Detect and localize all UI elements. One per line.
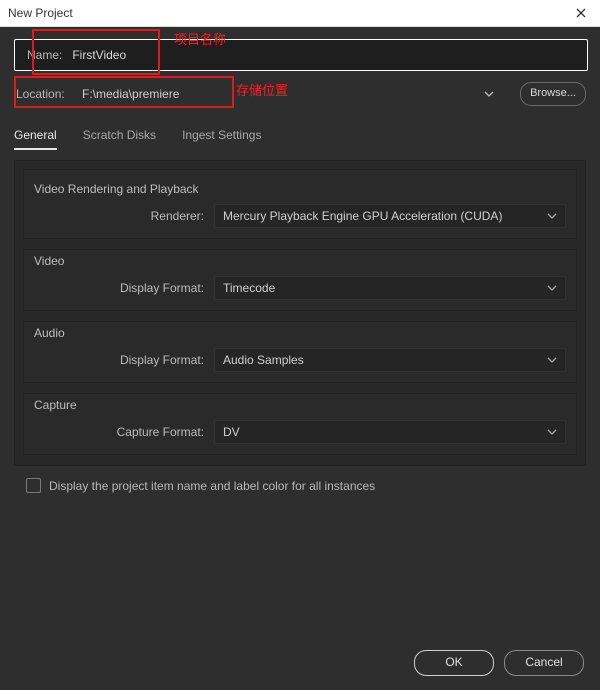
location-dropdown[interactable] [484,91,514,97]
location-label: Location: [14,87,76,101]
renderer-value: Mercury Playback Engine GPU Acceleration… [223,209,502,223]
cancel-button[interactable]: Cancel [504,650,584,676]
display-instances-row: Display the project item name and label … [14,466,586,493]
section-audio-title: Audio [34,326,586,340]
close-button[interactable] [562,0,600,26]
display-instances-label: Display the project item name and label … [49,479,375,493]
section-capture-title: Capture [34,398,586,412]
video-format-value: Timecode [223,281,275,295]
chevron-down-icon [547,429,557,435]
video-format-label: Display Format: [34,281,214,295]
renderer-label: Renderer: [34,209,214,223]
titlebar: New Project [0,0,600,27]
dialog-body: Name: 项目名称 Location: F:\media\premiere B… [0,27,600,690]
name-label: Name: [15,48,70,62]
capture-format-label: Capture Format: [34,425,214,439]
tab-general[interactable]: General [14,122,57,150]
location-row: Location: F:\media\premiere Browse... 存储… [14,82,586,106]
window-title: New Project [0,6,73,20]
video-format-dropdown[interactable]: Timecode [214,276,566,300]
chevron-down-icon [484,91,494,97]
button-bar: OK Cancel [414,650,584,676]
section-video-title: Video [34,254,586,268]
location-path[interactable]: F:\media\premiere [76,83,484,105]
renderer-dropdown[interactable]: Mercury Playback Engine GPU Acceleration… [214,204,566,228]
chevron-down-icon [547,213,557,219]
general-panel: Video Rendering and Playback Renderer: M… [14,160,586,466]
section-render-title: Video Rendering and Playback [34,182,586,196]
tab-ingest-settings[interactable]: Ingest Settings [182,122,261,150]
close-icon [576,8,586,18]
window: New Project Name: 项目名称 Location: F:\medi… [0,0,600,689]
section-render: Video Rendering and Playback Renderer: M… [23,169,577,239]
tab-scratch-disks[interactable]: Scratch Disks [83,122,156,150]
section-video: Video Display Format: Timecode [23,249,577,311]
capture-format-value: DV [223,425,240,439]
ok-button[interactable]: OK [414,650,494,676]
tabs: General Scratch Disks Ingest Settings [14,122,586,150]
section-capture: Capture Capture Format: DV [23,393,577,455]
audio-format-value: Audio Samples [223,353,304,367]
browse-button[interactable]: Browse... [520,82,586,106]
audio-format-label: Display Format: [34,353,214,367]
audio-format-dropdown[interactable]: Audio Samples [214,348,566,372]
project-name-input[interactable] [70,42,587,68]
display-instances-checkbox[interactable] [26,478,41,493]
capture-format-dropdown[interactable]: DV [214,420,566,444]
chevron-down-icon [547,357,557,363]
chevron-down-icon [547,285,557,291]
name-field-wrap: Name: [14,39,588,71]
section-audio: Audio Display Format: Audio Samples [23,321,577,383]
